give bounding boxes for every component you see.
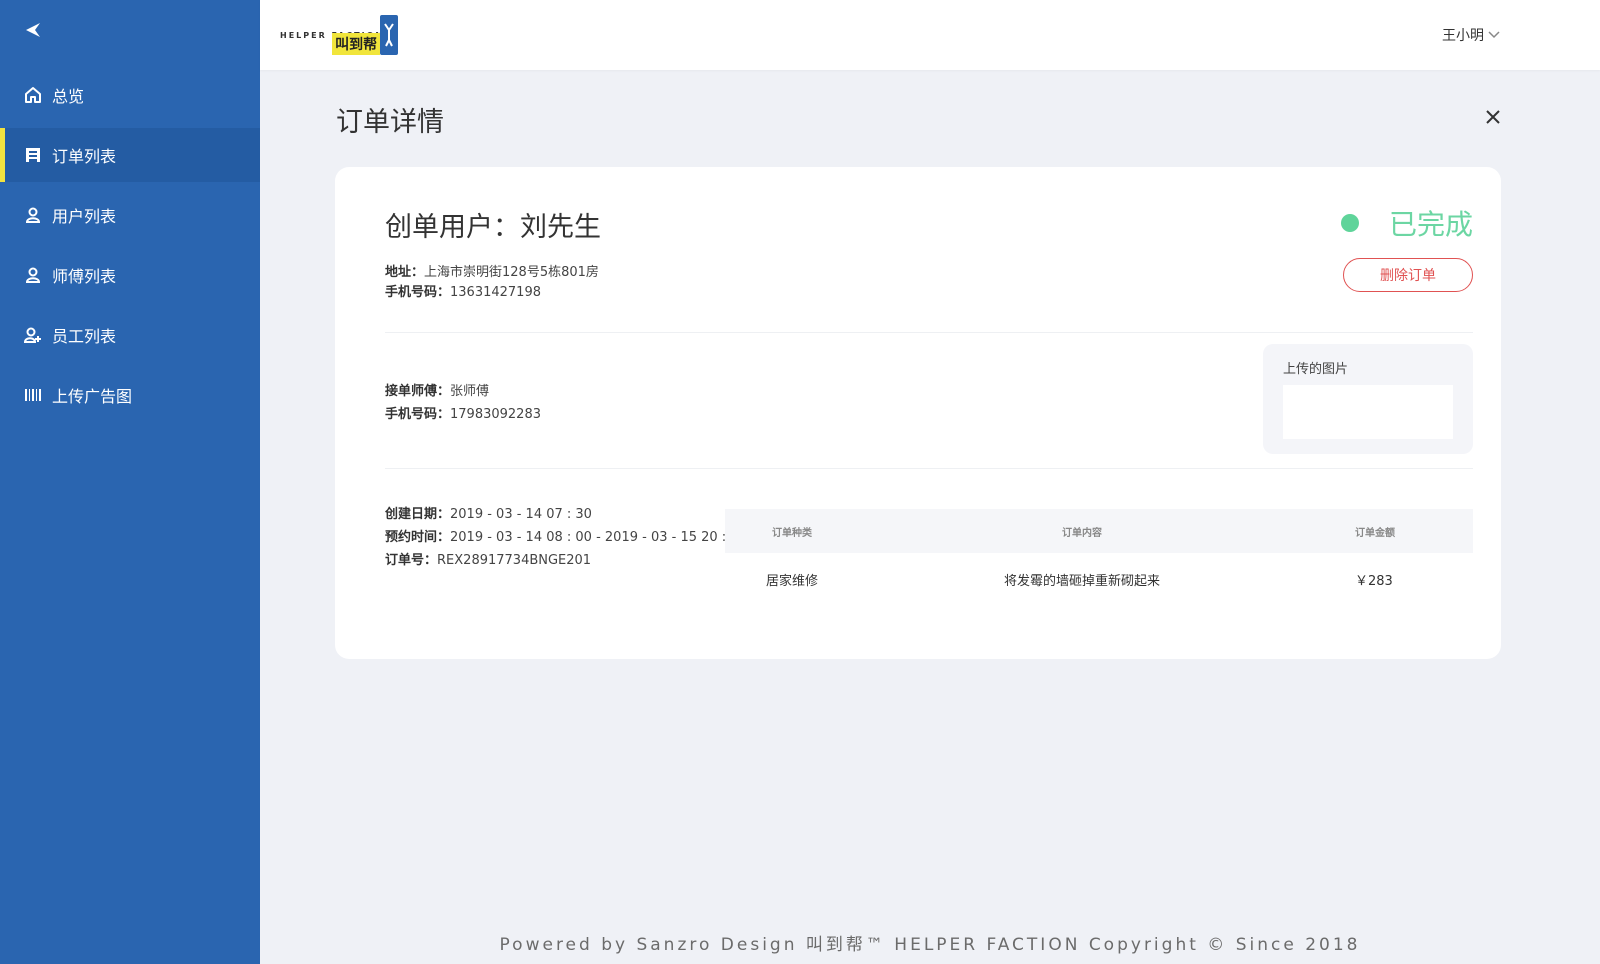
- sidebar-item-staff[interactable]: 员工列表: [0, 308, 260, 362]
- order-no-label: 订单号：: [385, 553, 438, 568]
- sidebar-item-workers[interactable]: 师傅列表: [0, 248, 260, 302]
- user-menu[interactable]: 王小明: [1442, 25, 1500, 45]
- divider: [385, 468, 1473, 469]
- sidebar-item-label: 员工列表: [52, 327, 117, 346]
- sidebar-item-users[interactable]: 用户列表: [0, 188, 260, 242]
- divider: [385, 332, 1473, 333]
- time-info: 创建日期：2019 - 03 - 14 07 : 30 预约时间：2019 - …: [385, 503, 747, 572]
- user-icon: [24, 266, 42, 284]
- logo-badge: 叫到帮: [332, 33, 381, 55]
- order-status: 已完成: [1340, 203, 1473, 243]
- order-list-icon: [24, 146, 42, 164]
- status-dot: [1340, 214, 1359, 232]
- address-value: 上海市崇明街128号5栋801房: [424, 265, 599, 280]
- appointment-label: 预约时间：: [385, 530, 451, 545]
- column-header: 订单金额: [1355, 527, 1395, 539]
- table-cell: ￥283: [1355, 573, 1393, 589]
- sidebar-item-orders[interactable]: 订单列表: [0, 128, 260, 182]
- order-items-table: 订单种类 订单内容 订单金额 居家维修 将发霉的墙砸掉重新砌起来 ￥283: [725, 509, 1473, 605]
- table-cell: 居家维修: [765, 573, 818, 589]
- created-value: 2019 - 03 - 14 07 : 30: [450, 507, 592, 522]
- order-no-value: REX28917734BNGE201: [437, 553, 592, 568]
- uploaded-images-panel: 上传的图片: [1263, 344, 1473, 454]
- logo-cn-text: 叫到帮: [335, 37, 378, 53]
- user-icon: [24, 206, 42, 224]
- chevron-down-icon: [1488, 31, 1500, 39]
- phone-value: 13631427198: [450, 285, 541, 300]
- creator-name: 刘先生: [520, 212, 601, 243]
- worker-name: 张师傅: [450, 384, 490, 399]
- worker-label: 接单师傅：: [385, 384, 451, 399]
- status-text: 已完成: [1388, 208, 1473, 241]
- table-row: 居家维修 将发霉的墙砸掉重新砌起来 ￥283: [725, 553, 1473, 605]
- user-add-icon: [24, 326, 42, 344]
- creator-heading: 创单用户：刘先生: [385, 205, 601, 244]
- top-header: HELPER FACTION 叫到帮 王小明: [260, 0, 1600, 70]
- sidebar-item-overview[interactable]: 总览: [0, 68, 260, 122]
- sidebar-item-label: 上传广告图: [52, 387, 133, 406]
- column-header: 订单内容: [1062, 527, 1102, 539]
- sidebar-item-label: 订单列表: [52, 147, 117, 166]
- sidebar-item-label: 总览: [52, 87, 85, 106]
- back-button[interactable]: [18, 16, 46, 44]
- sidebar-item-label: 师傅列表: [52, 267, 117, 286]
- wrench-icon: [380, 15, 399, 55]
- sidebar: 总览 订单列表 用户列表 师傅列表 员工列表 上传广告图: [0, 0, 260, 964]
- back-arrow-icon: [26, 23, 40, 37]
- close-icon: [1486, 110, 1500, 124]
- home-icon: [24, 86, 42, 104]
- column-header: 订单种类: [772, 527, 812, 539]
- created-label: 创建日期：: [385, 507, 451, 522]
- sidebar-nav: 总览 订单列表 用户列表 师傅列表 员工列表 上传广告图: [0, 68, 260, 428]
- phone-label: 手机号码：: [385, 285, 451, 300]
- worker-phone-value: 17983092283: [450, 407, 541, 422]
- order-detail-card: 创单用户：刘先生 地址：上海市崇明街128号5栋801房 手机号码：136314…: [335, 167, 1501, 659]
- image-preview[interactable]: [1283, 385, 1453, 439]
- worker-phone-label: 手机号码：: [385, 407, 451, 422]
- customer-info: 地址：上海市崇明街128号5栋801房 手机号码：13631427198: [385, 263, 599, 303]
- worker-info: 接单师傅：张师傅 手机号码：17983092283: [385, 380, 541, 426]
- footer: Powered by Sanzro Design 叫到帮™ HELPER FAC…: [499, 935, 1361, 955]
- creator-label: 创单用户：: [385, 212, 520, 243]
- address-label: 地址：: [385, 265, 425, 280]
- upload-title: 上传的图片: [1283, 362, 1349, 377]
- delete-order-button[interactable]: 删除订单: [1343, 258, 1473, 292]
- user-name: 王小明: [1442, 28, 1484, 44]
- table-header: 订单种类 订单内容 订单金额: [725, 509, 1473, 553]
- barcode-icon: [24, 386, 42, 404]
- sidebar-item-upload-ads[interactable]: 上传广告图: [0, 368, 260, 422]
- close-button[interactable]: [1482, 106, 1504, 128]
- appointment-value: 2019 - 03 - 14 08 : 00 - 2019 - 03 - 15 …: [450, 530, 747, 545]
- table-cell: 将发霉的墙砸掉重新砌起来: [1003, 573, 1160, 589]
- page-title: 订单详情: [336, 107, 444, 138]
- sidebar-item-label: 用户列表: [52, 207, 117, 226]
- logo[interactable]: HELPER FACTION 叫到帮: [280, 15, 399, 55]
